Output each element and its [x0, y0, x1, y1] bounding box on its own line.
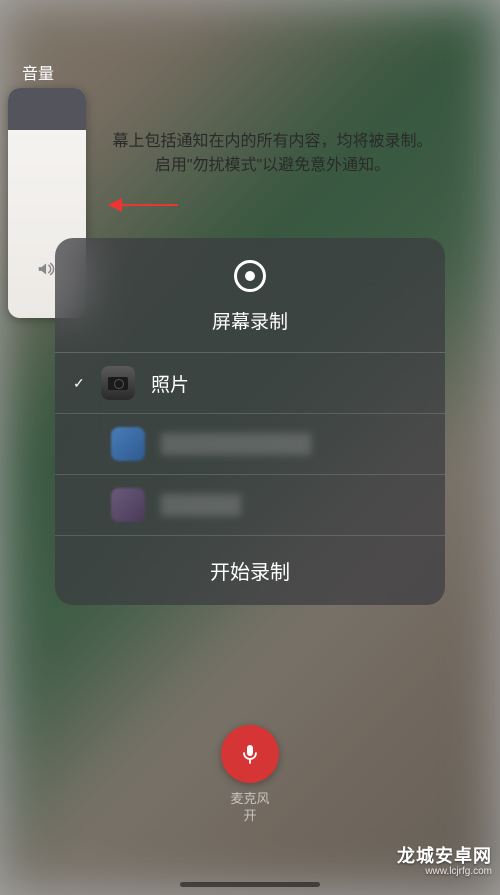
record-icon: [234, 260, 266, 292]
volume-track-empty: [8, 88, 86, 130]
app-option-blurred-2[interactable]: [55, 475, 445, 536]
app-name-label: 照片: [151, 370, 189, 397]
home-indicator[interactable]: [180, 882, 320, 887]
watermark-title: 龙城安卓网: [397, 842, 492, 868]
recording-notice-text: 幕上包括通知在内的所有内容，均将被录制。 启用"勿扰模式"以避免意外通知。: [90, 130, 455, 178]
annotation-arrow: [108, 195, 178, 215]
destination-app-list: ✓ 照片: [55, 352, 445, 536]
app-icon-blurred: [111, 427, 145, 461]
start-recording-button[interactable]: 开始录制: [55, 536, 445, 605]
panel-title: 屏幕录制: [55, 307, 445, 334]
microphone-label: 麦克风 开: [221, 791, 279, 825]
watermark: 龙城安卓网 www.lcjrfg.com: [397, 842, 492, 877]
app-name-blurred: [161, 494, 241, 516]
app-option-photos[interactable]: ✓ 照片: [55, 353, 445, 414]
app-option-blurred-1[interactable]: [55, 414, 445, 475]
checkmark-icon: ✓: [73, 375, 91, 392]
microphone-icon: [238, 742, 262, 766]
screen-recording-panel: 屏幕录制 ✓ 照片 开始录制: [55, 238, 445, 605]
camera-app-icon: [101, 366, 135, 400]
app-icon-blurred: [111, 488, 145, 522]
app-name-blurred: [161, 433, 311, 455]
microphone-toggle-button[interactable]: [221, 725, 279, 783]
volume-label: 音量: [22, 60, 54, 84]
panel-header: 屏幕录制: [55, 238, 445, 352]
microphone-section: 麦克风 开: [221, 725, 279, 825]
